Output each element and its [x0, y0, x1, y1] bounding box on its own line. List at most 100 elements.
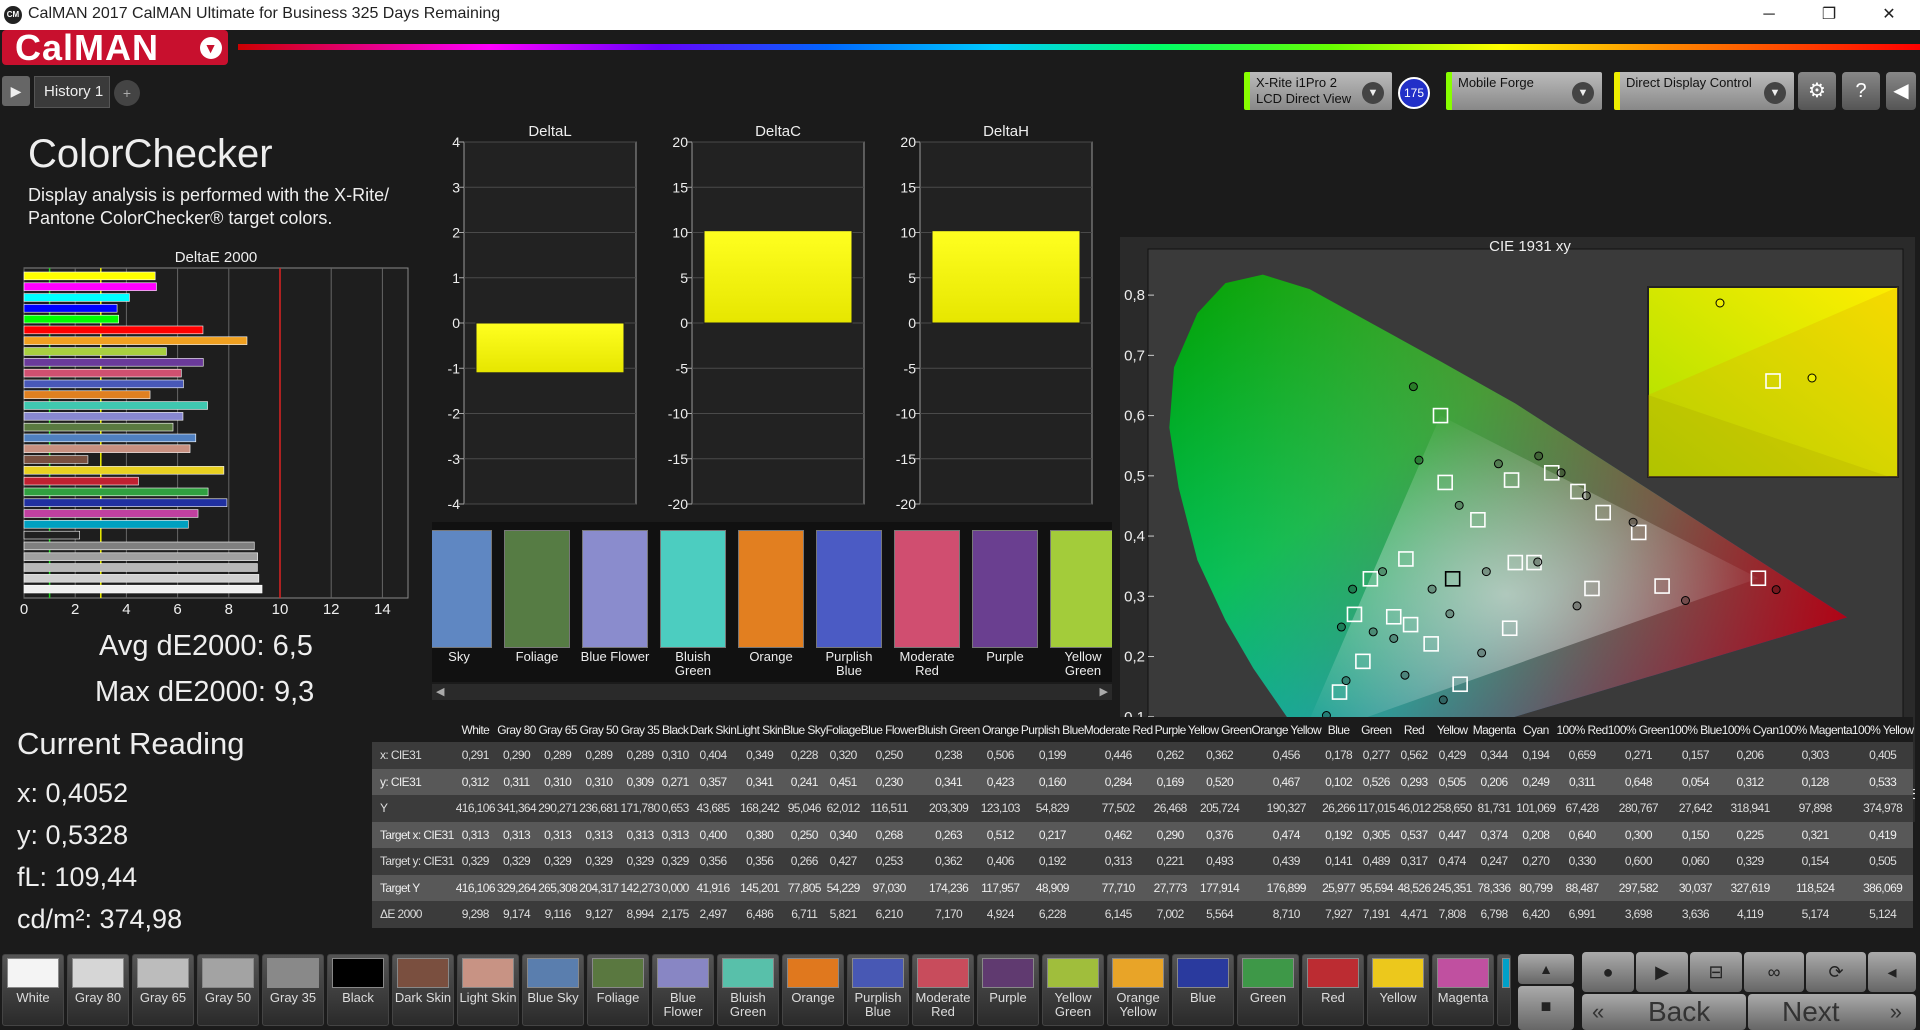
tab-history-1[interactable]: History 1: [34, 76, 110, 108]
measured-marker: [1336, 622, 1346, 632]
source-selector[interactable]: Mobile Forge ▼: [1446, 72, 1602, 110]
calman-logo-menu[interactable]: CalMAN ▼: [2, 30, 228, 66]
x-tick-label: 0: [20, 601, 28, 616]
patch-swatch[interactable]: [432, 530, 492, 648]
back-button[interactable]: « Back: [1582, 994, 1746, 1030]
table-cell: 7,191: [1356, 901, 1397, 928]
chevron-right-icon: »: [1889, 999, 1902, 1024]
patch-button[interactable]: Orange Yellow: [1107, 954, 1169, 1026]
maximize-button[interactable]: ❐: [1806, 0, 1852, 30]
table-cell: 0,241: [783, 768, 826, 795]
minimize-button[interactable]: ─: [1746, 0, 1792, 30]
swatch-strip-scrollbar[interactable]: ◀ ▶: [432, 684, 1112, 700]
patch-label: Purple: [986, 649, 1024, 664]
table-cell: 77,710: [1083, 874, 1153, 901]
y-tick-label: 0: [908, 315, 916, 331]
save-icon[interactable]: ⊟: [1690, 952, 1742, 992]
patch-button[interactable]: Purple: [977, 954, 1039, 1026]
table-cell: 8,710: [1251, 901, 1322, 928]
patch-button[interactable]: Red: [1302, 954, 1364, 1026]
loop-icon[interactable]: ∞: [1744, 952, 1804, 992]
table-cell: 0,291: [454, 742, 496, 769]
patch-swatch[interactable]: [504, 530, 570, 648]
table-header: 100% Yellow: [1851, 717, 1914, 742]
patch-swatch[interactable]: [972, 530, 1038, 648]
gear-icon[interactable]: ⚙: [1798, 72, 1836, 110]
patch-button[interactable]: Bluish Green: [717, 954, 779, 1026]
patch-button[interactable]: Blue Sky: [522, 954, 584, 1026]
refresh-icon[interactable]: ⟳: [1806, 952, 1866, 992]
patch-button[interactable]: Magenta: [1432, 954, 1494, 1026]
patch-button[interactable]: [1497, 954, 1511, 1026]
patch-chip: [852, 958, 904, 988]
patch-button[interactable]: Orange: [782, 954, 844, 1026]
patch-swatch[interactable]: [816, 530, 882, 648]
patch-button[interactable]: White: [2, 954, 64, 1026]
meter-selector[interactable]: X-Rite i1Pro 2 LCD Direct View ▼: [1244, 72, 1392, 110]
swatch-strip[interactable]: Sky Foliage Blue Flower Bluish Green Orange P…: [432, 522, 1112, 682]
table-row: Y 416,106 341,364 290,271 236,681 171,780 0,65…: [372, 795, 1914, 822]
table-cell: 0,268: [860, 821, 918, 848]
meter-badge[interactable]: 175: [1398, 77, 1430, 109]
up-arrow-icon[interactable]: ▲: [1518, 954, 1574, 984]
scroll-right-icon[interactable]: ▶: [1100, 685, 1108, 698]
help-icon[interactable]: ?: [1842, 72, 1880, 110]
patch-button[interactable]: Foliage: [587, 954, 649, 1026]
table-cell: 0,270: [1515, 848, 1557, 875]
table-header: Yellow: [1431, 717, 1473, 742]
patch-label: Magenta: [1437, 990, 1489, 1005]
stop-icon[interactable]: ■: [1518, 986, 1574, 1030]
table-cell: 0,505: [1851, 848, 1914, 875]
patch-button[interactable]: Dark Skin: [392, 954, 454, 1026]
table-cell: 0,225: [1721, 821, 1779, 848]
patch-button[interactable]: Black: [327, 954, 389, 1026]
avg-de-readout: Avg dE2000: 6,5: [99, 630, 313, 662]
y-tick-label: 0,4: [1124, 528, 1145, 545]
table-cell: 0,447: [1431, 821, 1473, 848]
y-tick-label: -5: [904, 360, 917, 376]
play-icon[interactable]: ▶: [1636, 952, 1688, 992]
close-button[interactable]: ✕: [1866, 0, 1912, 30]
table-header: Purple: [1152, 717, 1188, 742]
next-button[interactable]: Next »: [1748, 994, 1916, 1030]
table-cell: 0,313: [619, 821, 661, 848]
patch-button[interactable]: Moderate Red: [912, 954, 974, 1026]
patch-button[interactable]: Green: [1237, 954, 1299, 1026]
table-cell: 204,317: [578, 874, 620, 901]
table-cell: 297,582: [1607, 874, 1670, 901]
logo-bar: CalMAN ▼: [0, 30, 1920, 66]
patch-swatch[interactable]: [582, 530, 648, 648]
patch-label: Sky: [448, 649, 470, 664]
patch-button[interactable]: Blue Flower: [652, 954, 714, 1026]
patch-swatch[interactable]: [738, 530, 804, 648]
patch-swatch[interactable]: [894, 530, 960, 648]
more-icon[interactable]: ◂: [1868, 952, 1916, 992]
patch-button[interactable]: Gray 65: [132, 954, 194, 1026]
scroll-left-icon[interactable]: ◀: [436, 685, 444, 698]
patch-button[interactable]: Blue: [1172, 954, 1234, 1026]
table-cell: 329,264: [495, 874, 538, 901]
patch-button[interactable]: Gray 50: [197, 954, 259, 1026]
patch-button[interactable]: Purplish Blue: [847, 954, 909, 1026]
max-de-readout: Max dE2000: 9,3: [95, 676, 315, 708]
patch-button[interactable]: Yellow: [1367, 954, 1429, 1026]
table-cell: 0,192: [1321, 821, 1357, 848]
chart-title: DeltaH: [983, 123, 1029, 140]
patch-button[interactable]: Gray 35: [262, 954, 324, 1026]
patch-label: Bluish Green: [674, 649, 712, 678]
y-tick-label: 0,6: [1124, 408, 1145, 425]
patch-button[interactable]: Gray 80: [67, 954, 129, 1026]
patch-swatch[interactable]: [1050, 530, 1112, 648]
collapse-arrow-icon[interactable]: ◀: [1886, 72, 1916, 110]
patch-label: Dark Skin: [394, 990, 452, 1005]
patch-button[interactable]: Light Skin: [457, 954, 519, 1026]
display-selector[interactable]: Direct Display Control ▼: [1614, 72, 1794, 110]
patch-swatch[interactable]: [660, 530, 726, 648]
add-tab-button[interactable]: +: [114, 80, 140, 106]
table-cell: 0,405: [1851, 742, 1914, 769]
patch-button[interactable]: Yellow Green: [1042, 954, 1104, 1026]
table-cell: 0,462: [1083, 821, 1153, 848]
table-cell: 62,012: [825, 795, 861, 822]
play-arrow-icon[interactable]: ▶: [2, 76, 30, 106]
record-icon[interactable]: ●: [1582, 952, 1634, 992]
